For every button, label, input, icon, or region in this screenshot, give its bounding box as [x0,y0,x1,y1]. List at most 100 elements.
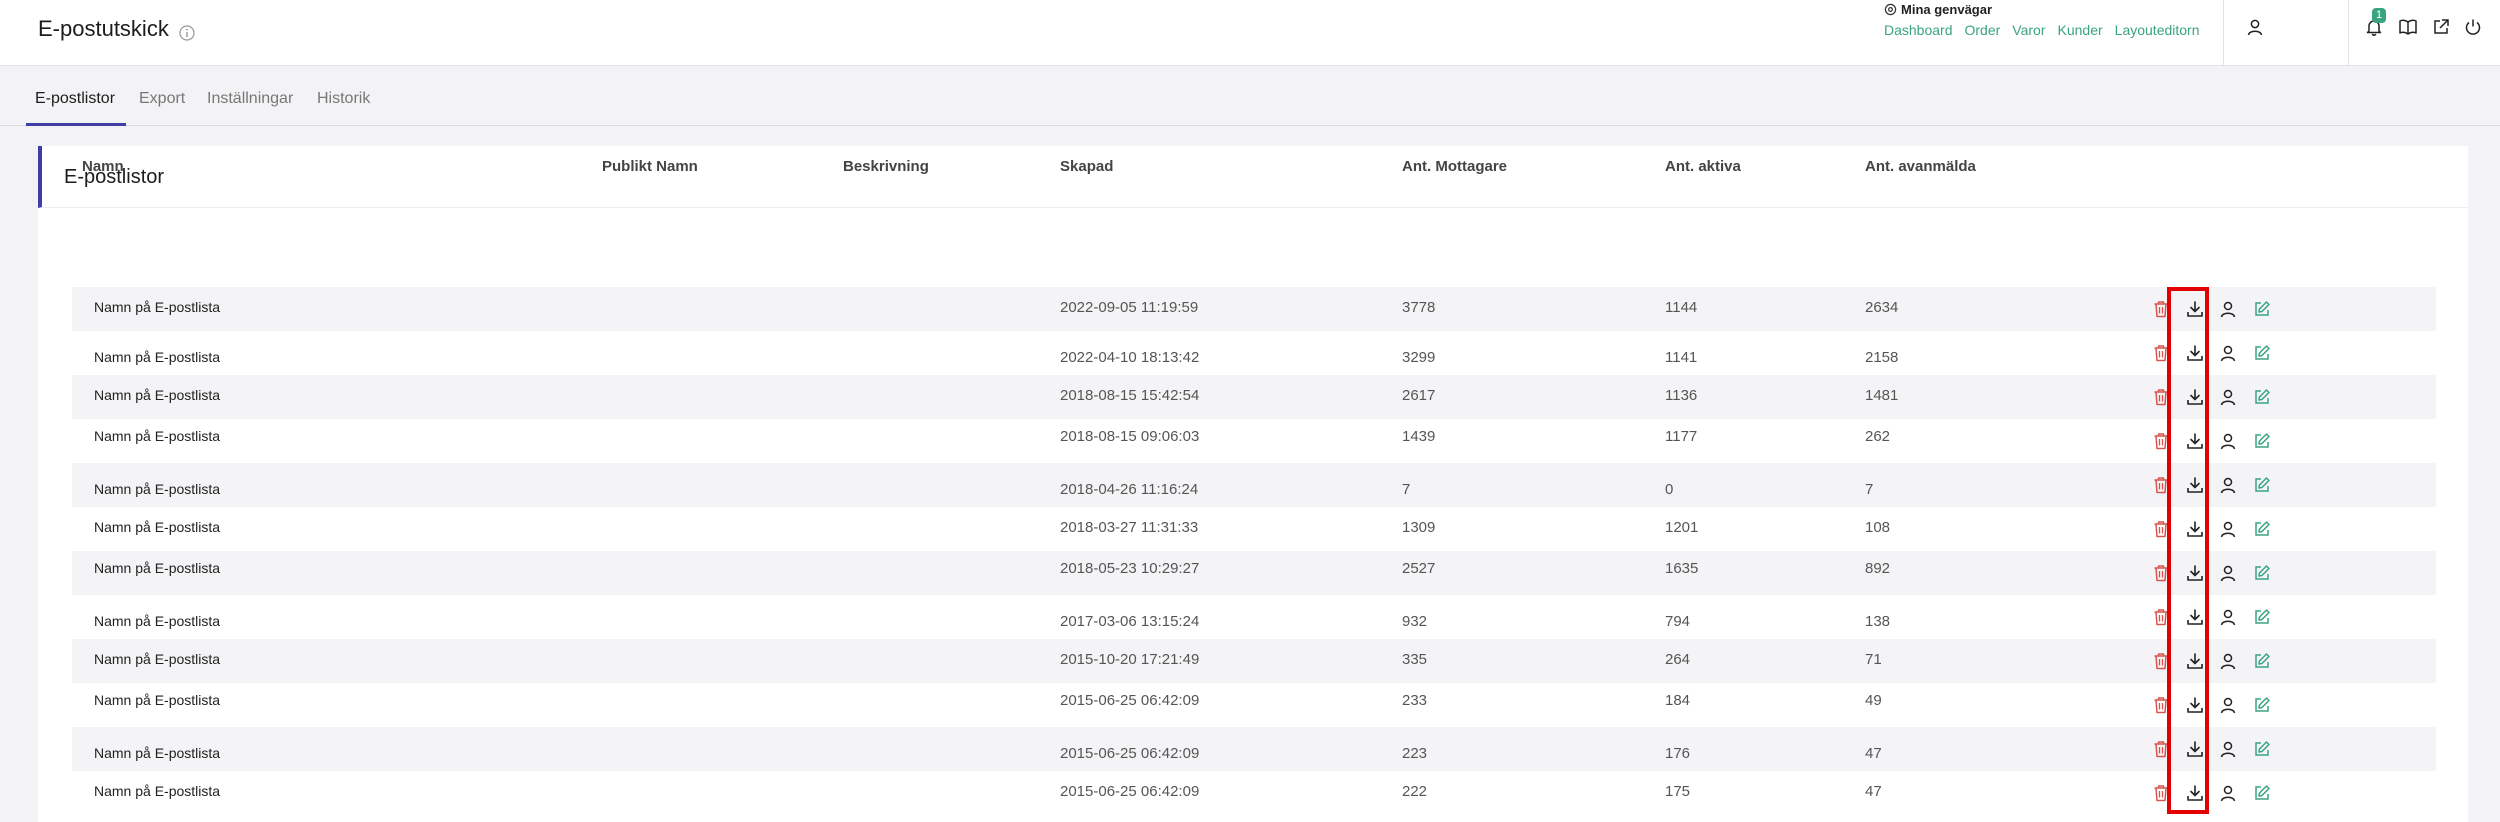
edit-icon[interactable] [2252,607,2272,627]
cell-active: 1201 [1665,519,1699,536]
column-header-beskrivning[interactable]: Beskrivning [843,158,929,175]
table-row: Namn på E-postlista 2018-08-15 09:06:03 14… [72,419,2436,463]
trash-icon[interactable] [2151,563,2171,583]
cell-name: Namn på E-postlista [94,560,221,576]
trash-icon[interactable] [2151,651,2171,671]
trash-icon[interactable] [2151,607,2171,627]
tab-installningar[interactable]: Inställningar [207,90,293,108]
cell-recipients: 3778 [1402,299,1436,316]
edit-icon[interactable] [2252,343,2272,363]
book-icon[interactable] [2397,16,2419,38]
cell-unsubscribed: 7 [1865,481,1874,498]
table-row: Namn på E-postlista 2015-06-25 06:42:09 23… [72,683,2436,727]
shortcut-kunder[interactable]: Kunder [2058,22,2103,38]
user-icon[interactable] [2218,387,2238,407]
download-icon[interactable] [2185,343,2205,363]
column-header-ant-aktiva[interactable]: Ant. aktiva [1665,158,1741,175]
trash-icon[interactable] [2151,695,2171,715]
trash-icon[interactable] [2151,387,2171,407]
notifications-bell-icon[interactable]: 1 [2363,8,2387,38]
edit-icon[interactable] [2252,783,2272,803]
tab-e-postlistor[interactable]: E-postlistor [35,90,115,108]
tab-bar: E-postlistor Export Inställningar Histor… [0,66,2500,126]
shortcut-dashboard[interactable]: Dashboard [1884,22,1953,38]
notification-badge: 1 [2372,8,2387,23]
edit-icon[interactable] [2252,387,2272,407]
app-title: E-postutskick [38,16,195,42]
edit-icon[interactable] [2252,299,2272,319]
shortcut-order[interactable]: Order [1965,22,2001,38]
edit-icon[interactable] [2252,739,2272,759]
edit-icon[interactable] [2252,431,2272,451]
user-icon[interactable] [2218,607,2238,627]
cell-name: Namn på E-postlista [94,613,221,629]
cell-created: 2015-06-25 06:42:09 [1060,692,1200,709]
trash-icon[interactable] [2151,431,2171,451]
trash-icon[interactable] [2151,299,2171,319]
cell-created: 2018-04-26 11:16:24 [1060,481,1199,498]
column-header-ant-mottagare[interactable]: Ant. Mottagare [1402,158,1507,175]
external-link-icon[interactable] [2430,16,2452,38]
user-icon[interactable] [2218,475,2238,495]
user-icon[interactable] [2218,343,2238,363]
cell-active: 1136 [1665,387,1698,404]
user-icon[interactable] [2218,651,2238,671]
download-icon[interactable] [2185,651,2205,671]
user-account-icon[interactable] [2244,16,2266,38]
shortcut-layouteditorn[interactable]: Layouteditorn [2115,22,2200,38]
download-icon[interactable] [2185,519,2205,539]
power-icon[interactable] [2462,16,2484,38]
user-icon[interactable] [2218,695,2238,715]
trash-icon[interactable] [2151,519,2171,539]
download-icon[interactable] [2185,299,2205,319]
column-header-namn[interactable]: Namn [82,158,124,175]
user-icon[interactable] [2218,519,2238,539]
download-icon[interactable] [2185,695,2205,715]
shortcut-varor[interactable]: Varor [2012,22,2045,38]
edit-icon[interactable] [2252,651,2272,671]
user-icon[interactable] [2218,739,2238,759]
cell-unsubscribed: 71 [1865,651,1882,668]
cell-active: 794 [1665,613,1691,630]
active-tab-indicator [26,123,126,126]
shortcuts-panel: Mina genvägar Dashboard Order Varor Kund… [1884,0,2200,39]
column-header-publikt-namn[interactable]: Publikt Namn [602,158,698,175]
trash-icon[interactable] [2151,343,2171,363]
column-header-ant-avanmalda[interactable]: Ant. avanmälda [1865,158,1976,175]
edit-icon[interactable] [2252,563,2272,583]
trash-icon[interactable] [2151,475,2171,495]
user-icon[interactable] [2218,563,2238,583]
cell-active: 264 [1665,651,1691,668]
column-header-skapad[interactable]: Skapad [1060,158,1113,175]
info-icon[interactable] [179,21,195,41]
edit-icon[interactable] [2252,475,2272,495]
user-icon[interactable] [2218,783,2238,803]
cell-active: 1177 [1665,428,1698,445]
cell-created: 2022-09-05 11:19:59 [1060,299,1199,316]
edit-icon[interactable] [2252,519,2272,539]
cell-recipients: 7 [1402,481,1411,498]
edit-icon[interactable] [2252,695,2272,715]
download-icon[interactable] [2185,739,2205,759]
trash-icon[interactable] [2151,739,2171,759]
download-icon[interactable] [2185,431,2205,451]
cell-active: 175 [1665,783,1691,800]
cell-unsubscribed: 2158 [1865,349,1899,366]
download-icon[interactable] [2185,387,2205,407]
trash-icon[interactable] [2151,783,2171,803]
cell-active: 176 [1665,745,1691,762]
tab-historik[interactable]: Historik [317,90,370,108]
download-icon[interactable] [2185,475,2205,495]
cell-unsubscribed: 138 [1865,613,1891,630]
cell-created: 2018-08-15 09:06:03 [1060,428,1200,445]
cell-active: 1635 [1665,560,1699,577]
download-icon[interactable] [2185,563,2205,583]
table-row: Namn på E-postlista 2015-06-25 06:42:09 22… [72,771,2436,815]
user-icon[interactable] [2218,299,2238,319]
table-row: Namn på E-postlista 2022-09-05 11:19:59 37… [72,287,2436,331]
user-icon[interactable] [2218,431,2238,451]
download-icon[interactable] [2185,783,2205,803]
tab-export[interactable]: Export [139,90,185,108]
cell-name: Namn på E-postlista [94,299,221,315]
download-icon[interactable] [2185,607,2205,627]
